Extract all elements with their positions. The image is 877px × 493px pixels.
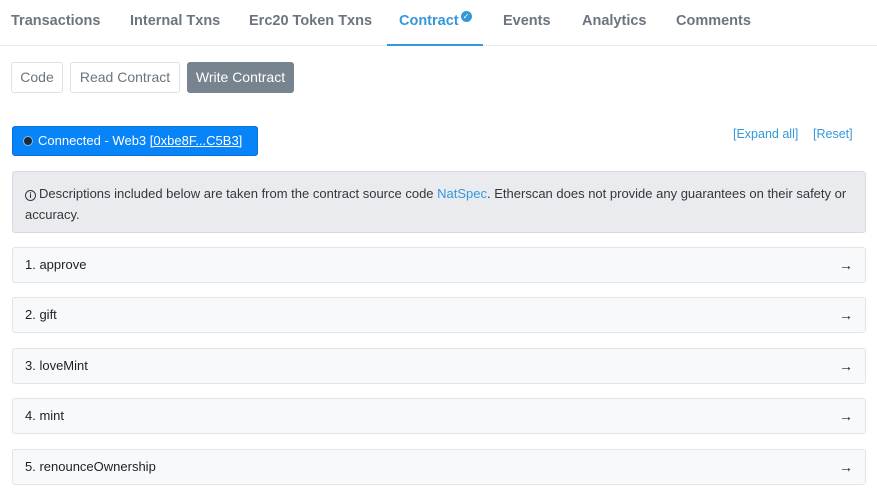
method-label: 5. renounceOwnership	[25, 459, 156, 474]
method-renounceownership[interactable]: 5. renounceOwnership →	[12, 449, 866, 485]
arrow-right-icon: →	[839, 459, 853, 475]
tab-events[interactable]: Events	[503, 0, 551, 46]
wallet-status-icon	[23, 136, 33, 146]
arrow-right-icon: →	[839, 307, 853, 323]
connected-web3-button[interactable]: Connected - Web3 [0xbe8F...C5B3]	[12, 126, 258, 156]
method-approve[interactable]: 1. approve →	[12, 247, 866, 283]
tab-contract-label: Contract	[399, 13, 459, 29]
arrow-right-icon: →	[839, 257, 853, 273]
arrow-right-icon: →	[839, 358, 853, 374]
tab-internal-txns[interactable]: Internal Txns	[130, 0, 220, 46]
reset-link[interactable]: [Reset]	[813, 127, 853, 141]
method-label: 4. mint	[25, 408, 65, 423]
connected-label: Connected - Web3	[38, 133, 147, 148]
method-label: 1. approve	[25, 257, 87, 272]
tab-comments[interactable]: Comments	[676, 0, 751, 46]
verified-check-icon: ✓	[460, 11, 472, 22]
arrow-right-icon: →	[839, 408, 853, 424]
write-contract-button[interactable]: Write Contract	[187, 62, 294, 93]
tab-contract[interactable]: Contract ✓	[387, 0, 483, 46]
tab-transactions[interactable]: Transactions	[11, 0, 100, 46]
read-contract-button[interactable]: Read Contract	[70, 62, 180, 93]
wallet-address-link[interactable]: [0xbe8F...C5B3]	[150, 133, 243, 148]
tab-erc20-token-txns[interactable]: Erc20 Token Txns	[249, 0, 372, 46]
expand-all-link[interactable]: [Expand all]	[733, 127, 798, 141]
method-gift[interactable]: 2. gift →	[12, 297, 866, 333]
notice-text-before: Descriptions included below are taken fr…	[39, 186, 438, 201]
natspec-link[interactable]: NatSpec	[437, 186, 487, 201]
method-lovemint[interactable]: 3. loveMint →	[12, 348, 866, 384]
tab-bar: Transactions Internal Txns Erc20 Token T…	[0, 0, 877, 46]
info-circle-icon: i	[25, 190, 36, 201]
code-button[interactable]: Code	[11, 62, 63, 93]
tab-analytics[interactable]: Analytics	[582, 0, 646, 46]
method-mint[interactable]: 4. mint →	[12, 398, 866, 434]
method-label: 3. loveMint	[25, 358, 88, 373]
natspec-notice: i Descriptions included below are taken f…	[12, 171, 866, 233]
method-label: 2. gift	[25, 307, 57, 322]
